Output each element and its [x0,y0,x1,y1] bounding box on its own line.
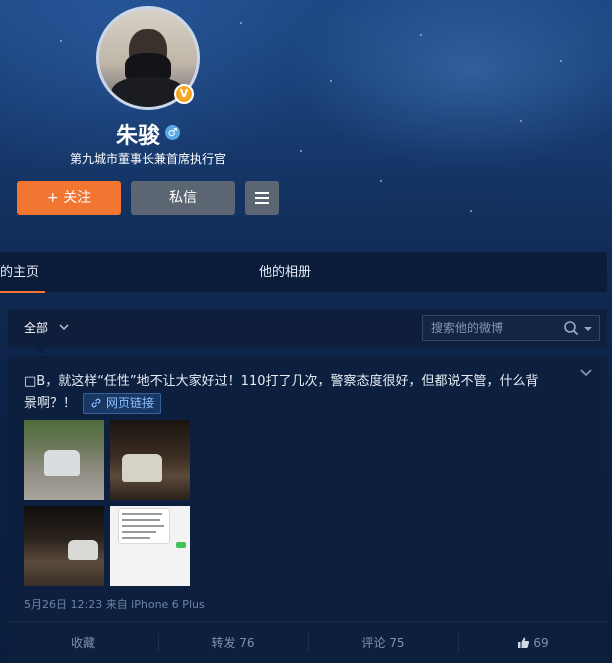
link-icon [91,398,101,408]
feed-filter-bar: 全部 [8,309,607,355]
chevron-down-icon[interactable] [579,365,593,379]
search-dropdown-icon[interactable] [583,324,593,334]
post-image-4[interactable] [110,506,190,586]
post-meta: 5月26日 12:23 来自 iPhone 6 Plus [24,598,205,611]
tab-home[interactable]: 的主页 [0,252,45,293]
web-link-label: 网页链接 [106,396,155,410]
male-gender-icon: ♂ [165,125,180,140]
post-image-3[interactable] [24,506,104,586]
post-text-line-2: 景啊？！ [24,396,77,411]
repost-button[interactable]: 转发 76 [158,622,308,663]
verified-badge-icon: V [174,84,194,104]
thumbs-up-icon [518,637,530,648]
post-image-2[interactable] [110,420,190,500]
profile-name: 朱骏 [116,124,161,149]
post-text-line-1: □B，就这样“任性”地不让大家好过！110打了几次，警察态度很好，但都说不管，什… [24,374,539,389]
like-count: 69 [533,636,549,650]
weibo-post-card: □B，就这样“任性”地不让大家好过！110打了几次，警察态度很好，但都说不管，什… [8,356,607,663]
comment-button[interactable]: 评论 75 [308,622,458,663]
search-input[interactable] [431,319,561,337]
favorite-button[interactable]: 收藏 [8,622,158,663]
follow-button[interactable]: + 关注 [17,181,121,215]
like-button[interactable]: 69 [458,622,608,663]
tab-album[interactable]: 他的相册 [259,252,311,293]
more-menu-button[interactable] [245,181,279,215]
message-button[interactable]: 私信 [131,181,235,215]
post-action-bar: 收藏 转发 76 评论 75 69 [8,621,607,663]
profile-bio: 第九城市董事长兼首席执行官 [70,152,227,166]
chevron-down-icon[interactable] [58,321,70,333]
post-image-1[interactable] [24,420,104,500]
web-link[interactable]: 网页链接 [83,393,162,414]
filter-all-dropdown[interactable]: 全部 [24,309,48,347]
search-icon[interactable] [563,320,579,336]
search-box [422,315,600,341]
profile-tabs: 的主页 他的相册 [0,252,607,293]
